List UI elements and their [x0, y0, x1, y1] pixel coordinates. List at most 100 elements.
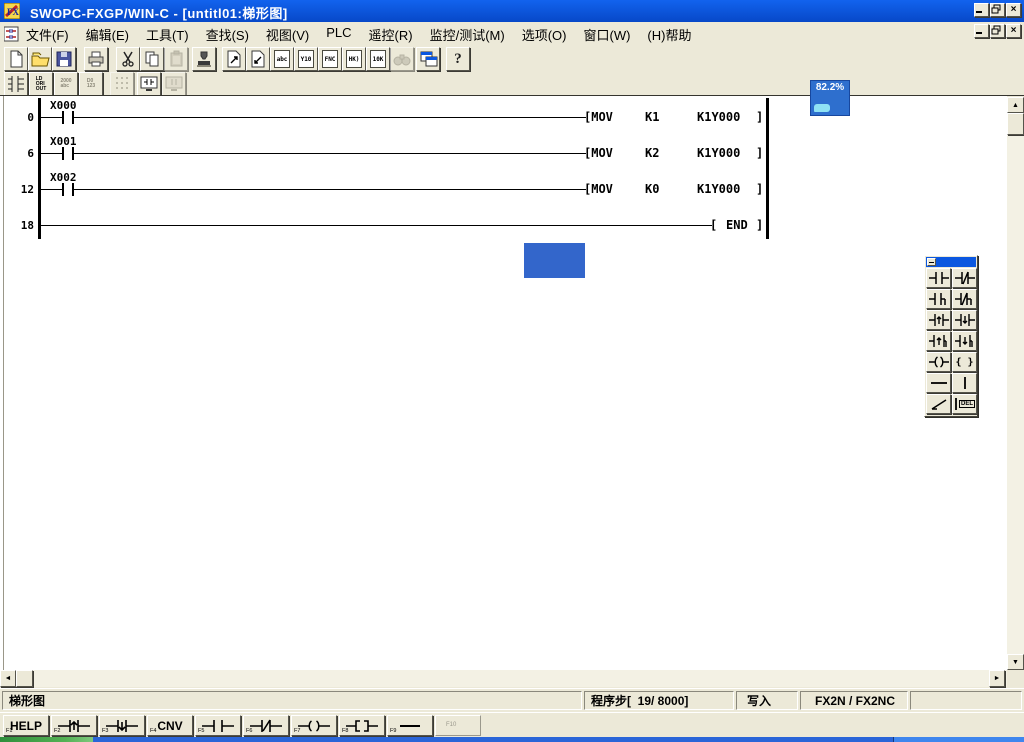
fkey-coil-button[interactable]: F7 — [291, 715, 337, 736]
scroll-up-button[interactable]: ▲ — [1007, 97, 1024, 113]
convert-stamp-button[interactable] — [192, 47, 216, 71]
fkey-label: F5 — [198, 728, 204, 734]
restore-button[interactable] — [990, 3, 1005, 17]
scroll-left-button[interactable]: ◄ — [0, 670, 16, 687]
symbol-palette-window[interactable]: { } DEL — [924, 255, 978, 417]
mdi-restore-button[interactable] — [990, 24, 1005, 38]
function-instruction-button[interactable]: { } — [952, 352, 977, 372]
vertical-line-button[interactable] — [952, 373, 977, 393]
horizontal-scroll-thumb[interactable] — [16, 670, 33, 687]
horizontal-line-button[interactable] — [926, 373, 951, 393]
menu-tools[interactable]: 工具(T) — [146, 25, 189, 44]
monitor-screen-icon — [139, 74, 159, 94]
hk-page-icon: HK) — [346, 50, 362, 68]
fnc-view-button[interactable]: FNC — [318, 47, 342, 71]
menu-options[interactable]: 选项(O) — [522, 25, 567, 44]
rising-pulse-contact-button[interactable] — [926, 310, 951, 330]
fkey-falling-pulse-button[interactable]: F3 — [99, 715, 145, 736]
fkey-function-button[interactable]: F8 — [339, 715, 385, 736]
device-view-button[interactable]: Y10 — [294, 47, 318, 71]
menu-remote[interactable]: 遥控(R) — [369, 25, 413, 44]
menu-monitor-test[interactable]: 监控/测试(M) — [430, 25, 505, 44]
vertical-scrollbar[interactable]: ▲ ▼ — [1007, 97, 1024, 670]
close-button[interactable]: × — [1006, 3, 1021, 17]
instruction-list-view-button[interactable]: LD ORI OUT — [29, 72, 53, 96]
mdi-minimize-button[interactable] — [974, 24, 989, 38]
zoom-in-page-button[interactable] — [246, 47, 270, 71]
menu-plc[interactable]: PLC — [326, 25, 351, 44]
horizontal-scrollbar[interactable]: ◄ ► — [0, 670, 1007, 687]
scroll-right-button[interactable]: ► — [989, 670, 1005, 687]
menu-view[interactable]: 视图(V) — [266, 25, 309, 44]
save-button[interactable] — [52, 47, 76, 71]
open-contact-icon — [929, 271, 949, 285]
fkey-convert-button[interactable]: F4CNV — [147, 715, 193, 736]
instruction-close-bracket: ] — [756, 110, 763, 124]
delete-button[interactable]: DEL — [952, 394, 977, 414]
minimize-button[interactable] — [974, 3, 989, 17]
palette-close-button[interactable] — [927, 258, 936, 266]
coil-button[interactable] — [926, 352, 951, 372]
toolbar-view: LD ORI OUT 2000 abc D0 123 — [0, 72, 1024, 95]
fkey-closed-contact-button[interactable]: F6 — [243, 715, 289, 736]
start-button-edge[interactable] — [0, 737, 93, 742]
end-open-bracket: [ — [710, 218, 717, 232]
title-bar[interactable]: FX SWOPC-FXGP/WIN-C - [untitl01:梯形图] × — [0, 0, 1024, 22]
scale-view-button[interactable]: 10K — [366, 47, 390, 71]
closed-contact-icon — [955, 271, 975, 285]
cut-button[interactable] — [116, 47, 140, 71]
mdi-close-button[interactable]: × — [1006, 24, 1021, 38]
monitor-start-button[interactable] — [137, 72, 161, 96]
palette-title-bar[interactable] — [926, 257, 976, 267]
instruction-view-button[interactable]: abc — [270, 47, 294, 71]
new-file-button[interactable] — [4, 47, 28, 71]
menu-help[interactable]: (H)帮助 — [647, 25, 691, 44]
ladder-view-button[interactable] — [4, 72, 28, 96]
fnc-page-icon: FNC — [322, 50, 338, 68]
abc-page-icon: abc — [274, 50, 290, 68]
menu-search[interactable]: 查找(S) — [206, 25, 249, 44]
vertical-scroll-thumb[interactable] — [1007, 113, 1024, 135]
restore-icon — [991, 4, 1002, 14]
fkey-label: F7 — [294, 728, 300, 734]
or-closed-contact-icon — [955, 292, 975, 306]
toolbar-main: abc Y10 FNC HK) 10K ? — [0, 46, 1024, 72]
or-closed-contact-button[interactable] — [952, 289, 977, 309]
ladder-symbols-icon — [7, 75, 25, 93]
fkey-f10-button: F10 — [435, 715, 481, 736]
menu-edit[interactable]: 编辑(E) — [86, 25, 129, 44]
status-mode-panel: 梯形图 — [2, 691, 582, 710]
zoom-out-page-button[interactable] — [222, 47, 246, 71]
delete-line-button[interactable] — [926, 394, 951, 414]
print-button[interactable] — [84, 47, 108, 71]
new-file-icon — [6, 49, 26, 69]
or-falling-pulse-button[interactable] — [952, 331, 977, 351]
comment-view-button[interactable]: 2000 abc — [54, 72, 78, 96]
open-contact-button[interactable] — [926, 268, 951, 288]
copy-button[interactable] — [140, 47, 164, 71]
mdi-window-controls: × — [974, 24, 1021, 38]
fkey-rising-pulse-button[interactable]: F2 — [51, 715, 97, 736]
closed-contact-button[interactable] — [952, 268, 977, 288]
taskbar-segment[interactable] — [893, 737, 1024, 742]
help-button[interactable]: ? — [446, 47, 470, 71]
cascade-windows-button[interactable] — [416, 47, 440, 71]
menu-window[interactable]: 窗口(W) — [583, 25, 630, 44]
fkey-help-button[interactable]: F1HELP — [3, 715, 49, 736]
menu-file[interactable]: 文件(F) — [26, 25, 69, 44]
bracket-instruction-icon — [346, 719, 378, 733]
edit-cursor[interactable] — [524, 243, 585, 278]
register-view-button[interactable]: D0 123 — [79, 72, 103, 96]
scroll-down-button[interactable]: ▼ — [1007, 654, 1024, 670]
ladder-editor-canvas[interactable]: 0 X000 [MOV K1 K1Y000 ] 6 X001 [MOV K2 K… — [0, 96, 1007, 670]
fkey-open-contact-button[interactable]: F5 — [195, 715, 241, 736]
or-open-contact-button[interactable] — [926, 289, 951, 309]
falling-pulse-contact-button[interactable] — [952, 310, 977, 330]
document-icon[interactable] — [4, 26, 20, 42]
fkey-line-button[interactable]: F9 — [387, 715, 433, 736]
taskbar-strip[interactable] — [0, 737, 1024, 742]
rung-wire — [74, 153, 586, 154]
open-file-button[interactable] — [28, 47, 52, 71]
contact-coil-view-button[interactable]: HK) — [342, 47, 366, 71]
or-rising-pulse-button[interactable] — [926, 331, 951, 351]
